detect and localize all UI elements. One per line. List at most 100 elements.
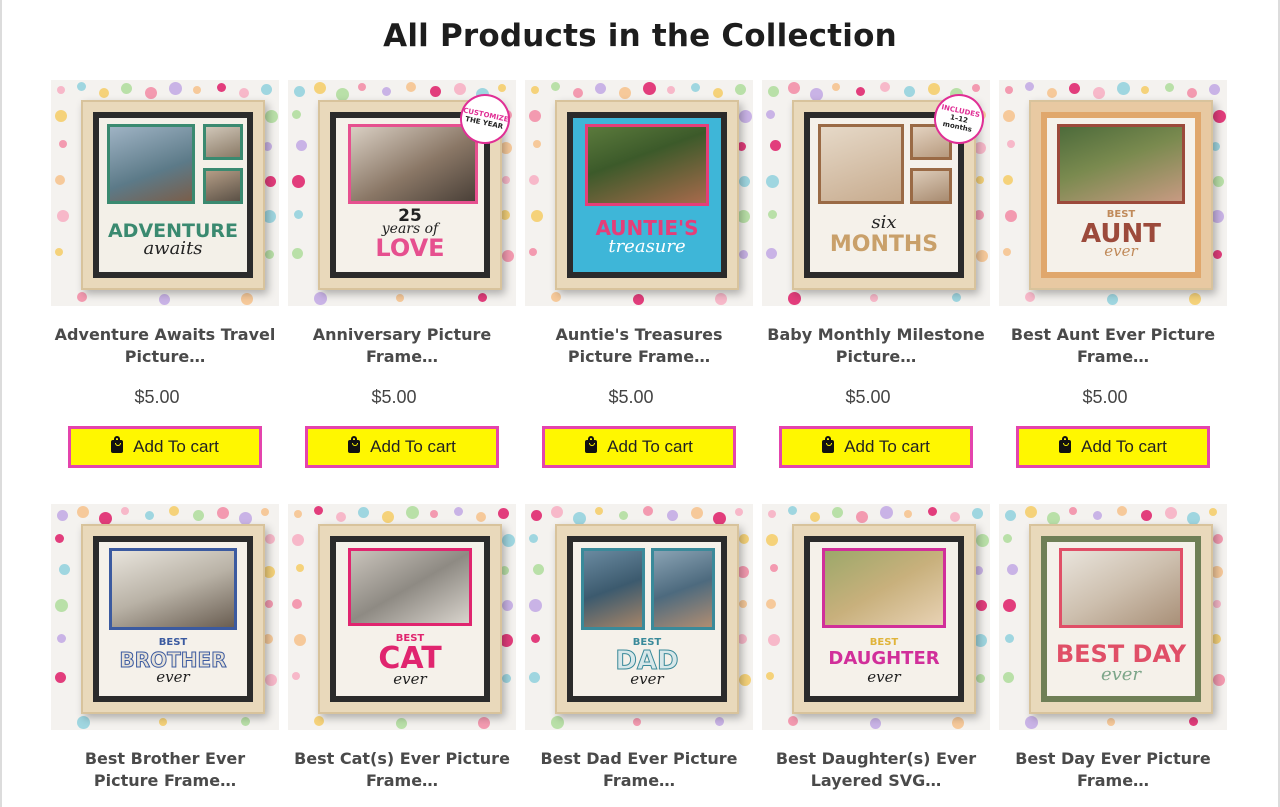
product-name[interactable]: Adventure Awaits Travel Picture…	[51, 324, 279, 368]
confetti-dot	[1189, 293, 1201, 305]
art-script: ever	[393, 670, 427, 688]
product-card[interactable]: AUNTIE'S treasure Auntie's Treasures Pic…	[525, 80, 753, 468]
art-script: ever	[1104, 242, 1138, 260]
confetti-dot	[296, 564, 304, 572]
confetti-dot	[1069, 83, 1080, 94]
art-script: ever	[867, 668, 901, 686]
product-image[interactable]: AUNTIE'S treasure	[525, 80, 753, 306]
product-image[interactable]: six MONTHS INCLUDES 1–12 months	[762, 80, 990, 306]
frame-art: BEST DAD ever	[555, 524, 739, 714]
product-name[interactable]: Best Brother Ever Picture Frame…	[51, 748, 279, 792]
confetti-dot	[788, 716, 798, 726]
confetti-dot	[1003, 248, 1011, 256]
confetti-dot	[870, 718, 881, 729]
confetti-dot	[314, 292, 327, 305]
confetti-dot	[952, 717, 964, 729]
confetti-dot	[766, 175, 779, 188]
add-to-cart-button[interactable]: Add To cart	[68, 426, 262, 468]
confetti-dot	[533, 140, 541, 148]
art-script: ever	[156, 668, 190, 686]
confetti-dot	[336, 512, 346, 522]
product-card[interactable]: six MONTHS INCLUDES 1–12 months Baby Month…	[762, 80, 990, 468]
confetti-dot	[832, 507, 843, 518]
product-image[interactable]: BEST CAT ever	[288, 504, 516, 730]
confetti-dot	[294, 634, 306, 646]
product-card[interactable]: BEST BROTHER ever Best Brother Ever Pict…	[51, 504, 279, 790]
confetti-dot	[1025, 506, 1037, 518]
confetti-dot	[770, 564, 778, 572]
product-image[interactable]: BEST AUNT ever	[999, 80, 1227, 306]
confetti-dot	[1213, 600, 1221, 608]
product-card[interactable]: ADVENTURE awaits Adventure Awaits Travel…	[51, 80, 279, 468]
add-to-cart-label: Add To cart	[133, 437, 219, 456]
confetti-dot	[976, 250, 988, 262]
confetti-dot	[1003, 175, 1013, 185]
confetti-dot	[529, 175, 539, 185]
confetti-dot	[976, 176, 984, 184]
product-name[interactable]: Best Day Ever Picture Frame…	[999, 748, 1227, 792]
confetti-dot	[454, 83, 466, 95]
confetti-dot	[430, 510, 438, 518]
product-name[interactable]: Best Daughter(s) Ever Layered SVG…	[762, 748, 990, 792]
add-to-cart-label: Add To cart	[1081, 437, 1167, 456]
product-card[interactable]: BEST DAY ever Best Day Ever Picture Fram…	[999, 504, 1227, 790]
confetti-dot	[239, 88, 249, 98]
confetti-dot	[619, 87, 631, 99]
confetti-dot	[59, 140, 67, 148]
confetti-dot	[691, 83, 700, 92]
confetti-dot	[55, 534, 64, 543]
add-to-cart-button[interactable]: Add To cart	[779, 426, 973, 468]
confetti-dot	[159, 718, 167, 726]
confetti-dot	[1005, 510, 1016, 521]
product-image[interactable]: BEST BROTHER ever	[51, 504, 279, 730]
product-price: $5.00	[1082, 387, 1128, 407]
product-card[interactable]: BEST DAUGHTER ever Best Daughter(s) Ever…	[762, 504, 990, 790]
confetti-dot	[976, 674, 985, 683]
confetti-dot	[768, 86, 779, 97]
confetti-dot	[551, 506, 563, 518]
confetti-dot	[292, 534, 304, 546]
frame-art: BEST CAT ever	[318, 524, 502, 714]
product-card[interactable]: BEST DAD ever Best Dad Ever Picture Fram…	[525, 504, 753, 790]
confetti-dot	[1213, 110, 1226, 123]
confetti-dot	[1003, 110, 1015, 122]
art-script: six	[871, 212, 897, 233]
confetti-dot	[314, 82, 326, 94]
frame-art: BEST BROTHER ever	[81, 524, 265, 714]
confetti-dot	[1007, 140, 1015, 148]
confetti-dot	[633, 294, 644, 305]
add-to-cart-button[interactable]: Add To cart	[305, 426, 499, 468]
confetti-dot	[498, 508, 509, 519]
product-image[interactable]: BEST DAUGHTER ever	[762, 504, 990, 730]
confetti-dot	[810, 512, 820, 522]
add-to-cart-button[interactable]: Add To cart	[542, 426, 736, 468]
product-name[interactable]: Best Dad Ever Picture Frame…	[525, 748, 753, 792]
confetti-dot	[1213, 674, 1225, 686]
product-card[interactable]: BEST CAT ever Best Cat(s) Ever Picture F…	[288, 504, 516, 790]
confetti-dot	[77, 506, 89, 518]
product-name[interactable]: Best Aunt Ever Picture Frame…	[999, 324, 1227, 368]
product-card[interactable]: 25 years of LOVE CUSTOMIZE THE YEAR Anniv…	[288, 80, 516, 468]
art-script: ever	[630, 670, 664, 688]
confetti-dot	[1209, 84, 1220, 95]
confetti-dot	[77, 82, 86, 91]
confetti-dot	[77, 292, 87, 302]
product-image[interactable]: ADVENTURE awaits	[51, 80, 279, 306]
confetti-dot	[531, 634, 540, 643]
product-card[interactable]: BEST AUNT ever Best Aunt Ever Picture Fr…	[999, 80, 1227, 468]
product-name[interactable]: Baby Monthly Milestone Picture…	[762, 324, 990, 368]
add-to-cart-button[interactable]: Add To cart	[1016, 426, 1210, 468]
confetti-dot	[1187, 88, 1197, 98]
product-name[interactable]: Anniversary Picture Frame…	[288, 324, 516, 368]
confetti-dot	[739, 176, 750, 187]
confetti-dot	[1003, 599, 1016, 612]
product-name[interactable]: Best Cat(s) Ever Picture Frame…	[288, 748, 516, 792]
product-image[interactable]: BEST DAY ever	[999, 504, 1227, 730]
product-image[interactable]: 25 years of LOVE CUSTOMIZE THE YEAR	[288, 80, 516, 306]
product-image[interactable]: BEST DAD ever	[525, 504, 753, 730]
confetti-dot	[1165, 83, 1174, 92]
confetti-dot	[502, 534, 515, 547]
confetti-dot	[952, 293, 961, 302]
shopping-bag-icon	[1059, 435, 1072, 453]
product-name[interactable]: Auntie's Treasures Picture Frame…	[525, 324, 753, 368]
